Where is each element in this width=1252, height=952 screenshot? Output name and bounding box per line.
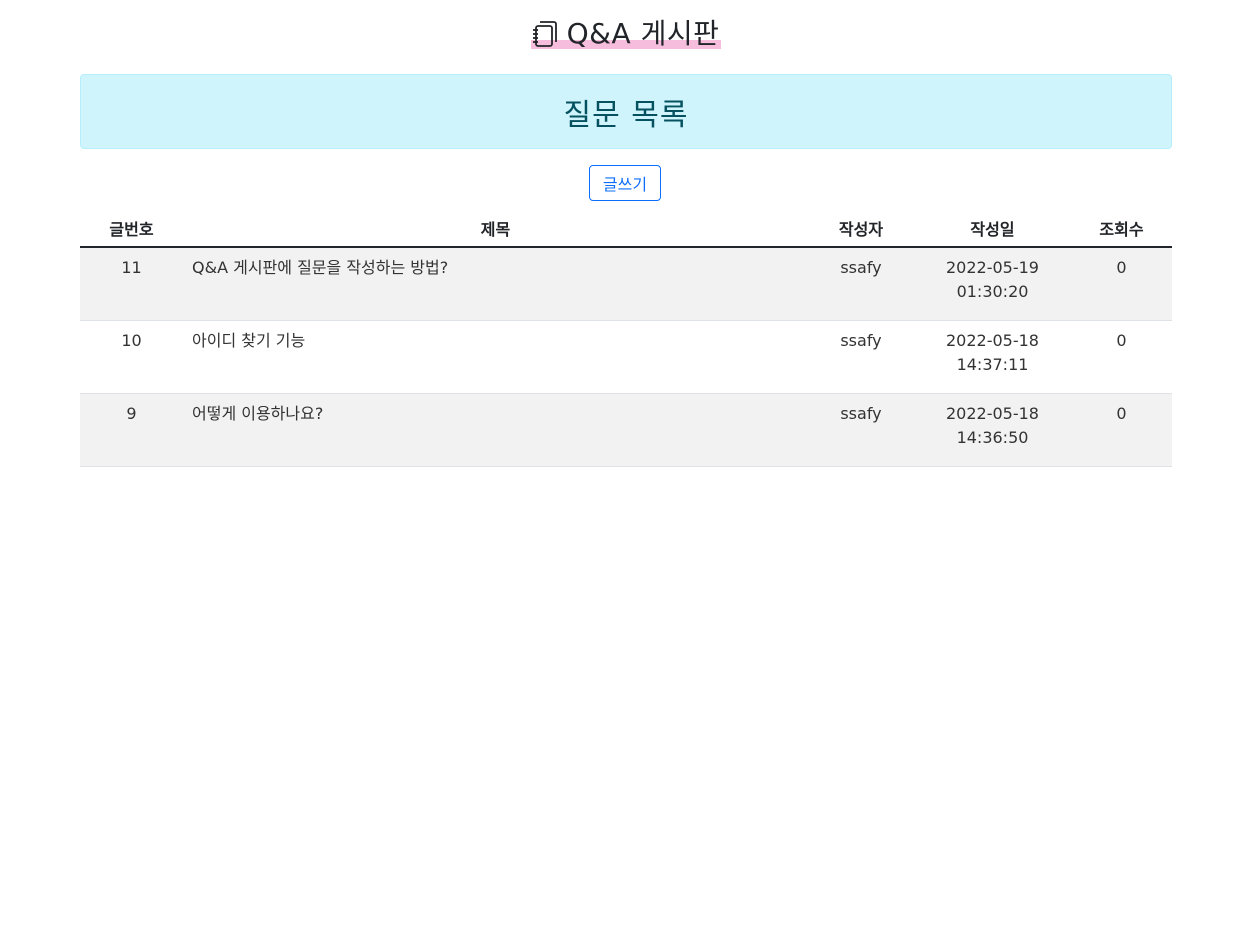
table-row[interactable]: 9 어떻게 이용하나요? ssafy 2022-05-18 14:36:50 0 (80, 393, 1172, 467)
row-date: 2022-05-18 (946, 404, 1039, 423)
table-header-row: 글번호 제목 작성자 작성일 조회수 (80, 210, 1172, 248)
row-title-cell: 아이디 찾기 기능 (183, 320, 808, 394)
column-header-date: 작성일 (914, 210, 1071, 248)
row-date-cell: 2022-05-18 14:37:11 (914, 320, 1071, 394)
table-body: 11 Q&A 게시판에 질문을 작성하는 방법? ssafy 2022-05-1… (80, 247, 1172, 467)
column-header-writer: 작성자 (808, 210, 914, 248)
row-views: 0 (1071, 247, 1172, 321)
column-header-title: 제목 (183, 210, 808, 248)
journals-icon (531, 19, 559, 49)
row-date-cell: 2022-05-19 01:30:20 (914, 247, 1071, 321)
row-date: 2022-05-18 (946, 331, 1039, 350)
table-row[interactable]: 10 아이디 찾기 기능 ssafy 2022-05-18 14:37:11 0 (80, 320, 1172, 394)
question-table: 글번호 제목 작성자 작성일 조회수 11 Q&A 게시판에 질문을 작성하는 … (80, 210, 1172, 467)
title-wrap: Q&A 게시판 (530, 14, 722, 54)
row-writer: ssafy (808, 393, 914, 467)
table-header: 글번호 제목 작성자 작성일 조회수 (80, 210, 1172, 248)
table-row[interactable]: 11 Q&A 게시판에 질문을 작성하는 방법? ssafy 2022-05-1… (80, 247, 1172, 321)
row-time: 14:37:11 (956, 355, 1029, 374)
row-title-link[interactable]: 어떻게 이용하나요? (192, 404, 323, 423)
column-header-views: 조회수 (1071, 210, 1172, 248)
row-title-link[interactable]: 아이디 찾기 기능 (192, 331, 305, 350)
row-time: 14:36:50 (956, 428, 1029, 447)
header: Q&A 게시판 (0, 14, 1252, 54)
row-writer: ssafy (808, 247, 914, 321)
row-date-cell: 2022-05-18 14:36:50 (914, 393, 1071, 467)
row-views: 0 (1071, 320, 1172, 394)
list-banner: 질문 목록 (80, 74, 1172, 149)
column-header-number: 글번호 (80, 210, 183, 248)
row-title-link[interactable]: Q&A 게시판에 질문을 작성하는 방법? (192, 258, 448, 277)
row-number: 10 (80, 320, 183, 394)
banner-title: 질문 목록 (563, 97, 689, 133)
row-title-cell: Q&A 게시판에 질문을 작성하는 방법? (183, 247, 808, 321)
row-number: 11 (80, 247, 183, 321)
row-time: 01:30:20 (956, 282, 1029, 301)
row-title-cell: 어떻게 이용하나요? (183, 393, 808, 467)
page: Q&A 게시판 질문 목록 글쓰기 글번호 제목 작성자 작성일 조회수 11 … (0, 0, 1252, 952)
row-writer: ssafy (808, 320, 914, 394)
write-button[interactable]: 글쓰기 (589, 165, 661, 201)
page-title: Q&A 게시판 (566, 17, 720, 50)
row-date: 2022-05-19 (946, 258, 1039, 277)
row-views: 0 (1071, 393, 1172, 467)
row-number: 9 (80, 393, 183, 467)
